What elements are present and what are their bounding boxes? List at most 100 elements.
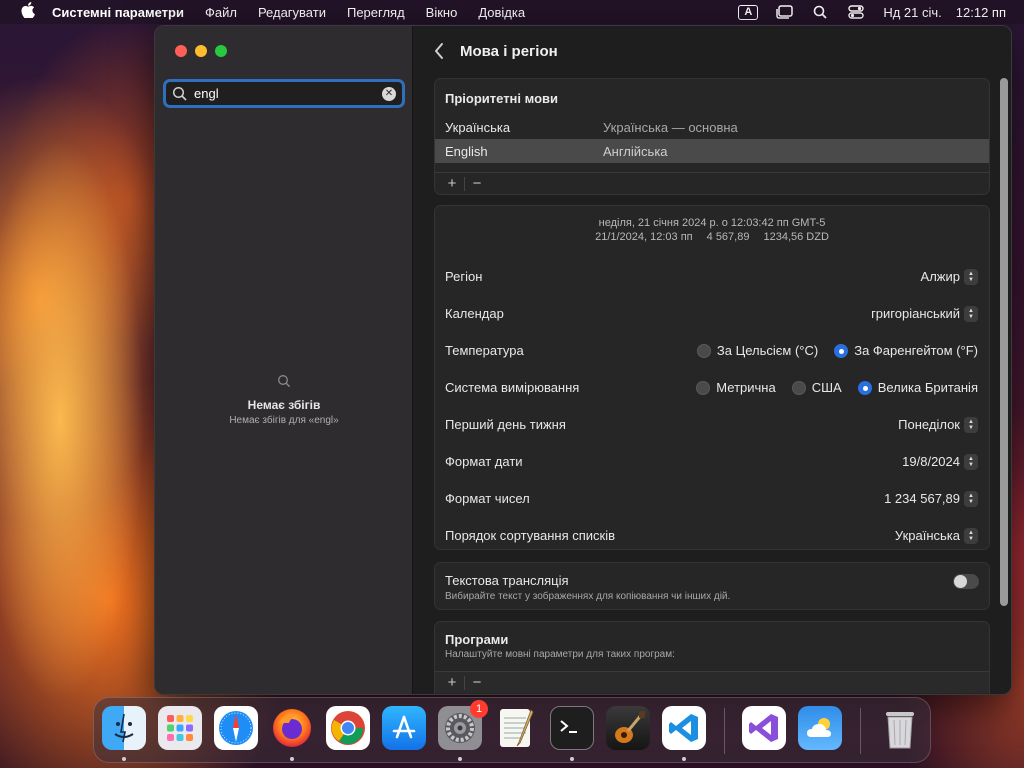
- terminal-icon[interactable]: [550, 706, 594, 750]
- dock-separator: [860, 708, 861, 754]
- language-name: Українська: [445, 119, 511, 135]
- system-settings-icon[interactable]: 1: [438, 700, 488, 750]
- sort-order-popup[interactable]: Українська ▲ ▼: [894, 527, 978, 544]
- no-results-subtitle: Немає збігів для «engl»: [229, 415, 339, 426]
- app-add-remove-bar: + −: [435, 671, 989, 693]
- calendar-value: григоріанський: [871, 306, 960, 321]
- weather-icon[interactable]: [798, 706, 842, 750]
- calendar-label: Календар: [445, 306, 504, 321]
- running-indicator: [682, 757, 686, 761]
- textedit-icon[interactable]: [494, 706, 538, 750]
- date-format-row: Формат дати 19/8/2024 ▲ ▼: [435, 443, 989, 480]
- first-day-popup[interactable]: Понеділок ▲ ▼: [898, 416, 978, 433]
- live-text-description: Вибирайте текст у зображеннях для копіюв…: [445, 591, 731, 602]
- running-indicator: [122, 757, 126, 761]
- measurement-label: Система вимірювання: [445, 380, 580, 395]
- input-source-label: A: [738, 4, 759, 20]
- remove-app-button[interactable]: −: [466, 674, 488, 691]
- number-format-value: 1 234 567,89: [884, 491, 960, 506]
- no-results-title: Немає збігів: [247, 398, 321, 412]
- menu-edit[interactable]: Редагувати: [258, 5, 326, 20]
- chrome-icon[interactable]: [326, 706, 370, 750]
- menu-date[interactable]: Нд 21 січ.: [883, 5, 941, 20]
- fahrenheit-radio[interactable]: За Фаренгейтом (°F): [834, 343, 978, 358]
- vscode-icon[interactable]: [662, 706, 706, 750]
- live-text-card: Текстова трансляція Вибирайте текст у зо…: [434, 562, 990, 610]
- app-store-icon[interactable]: [382, 706, 426, 750]
- notification-badge: 1: [470, 700, 488, 718]
- preview-number: 4 567,89: [706, 231, 750, 243]
- region-settings-card: неділя, 21 січня 2024 р. о 12:03:42 пп G…: [434, 205, 990, 550]
- region-row: Регіон Алжир ▲ ▼: [435, 258, 989, 295]
- spotlight-search-icon[interactable]: [809, 3, 831, 21]
- menu-view[interactable]: Перегляд: [347, 5, 405, 20]
- us-radio[interactable]: США: [791, 380, 842, 395]
- date-format-popup[interactable]: 19/8/2024 ▲ ▼: [902, 453, 978, 470]
- window-controls: [175, 45, 227, 57]
- dock: 1: [93, 697, 931, 763]
- launchpad-icon[interactable]: [158, 706, 202, 750]
- language-row[interactable]: Українська Українська — основна: [435, 115, 989, 139]
- calendar-popup[interactable]: григоріанський ▲ ▼: [871, 305, 978, 322]
- live-text-toggle[interactable]: [953, 574, 979, 589]
- stage-manager-icon[interactable]: [773, 3, 795, 21]
- first-day-row: Перший день тижня Понеділок ▲ ▼: [435, 406, 989, 443]
- running-indicator: [570, 757, 574, 761]
- metric-radio[interactable]: Метрична: [696, 380, 776, 395]
- search-input[interactable]: [194, 86, 382, 101]
- metric-label: Метрична: [716, 380, 776, 395]
- calendar-row: Календар григоріанський ▲ ▼: [435, 295, 989, 332]
- close-window-button[interactable]: [175, 45, 187, 57]
- language-row[interactable]: English Англійська: [435, 139, 989, 163]
- applications-card: Програми Налаштуйте мовні параметри для …: [434, 621, 990, 694]
- input-source-icon[interactable]: A: [737, 3, 759, 21]
- safari-icon[interactable]: [214, 706, 258, 750]
- language-add-remove-bar: + −: [435, 172, 989, 194]
- apple-menu-icon[interactable]: [18, 2, 38, 22]
- sort-order-row: Порядок сортування списків Українська ▲ ▼: [435, 517, 989, 549]
- preferred-languages-heading: Пріоритетні мови: [445, 91, 559, 106]
- live-text-title: Текстова трансляція: [445, 573, 569, 588]
- add-language-button[interactable]: +: [441, 175, 463, 192]
- language-name: English: [445, 143, 488, 159]
- chevron-updown-icon: ▲ ▼: [964, 453, 978, 470]
- region-popup[interactable]: Алжир ▲ ▼: [921, 268, 978, 285]
- celsius-radio[interactable]: За Цельсієм (°C): [696, 343, 818, 358]
- number-format-popup[interactable]: 1 234 567,89 ▲ ▼: [884, 490, 978, 507]
- remove-language-button[interactable]: −: [466, 175, 488, 192]
- measurement-row: Система вимірювання Метрична США Велика …: [435, 369, 989, 406]
- menu-time[interactable]: 12:12 пп: [956, 5, 1006, 20]
- applications-title: Програми: [445, 632, 509, 647]
- visual-studio-icon[interactable]: [742, 706, 786, 750]
- radio-circle-selected: [834, 343, 849, 358]
- menu-file[interactable]: Файл: [205, 5, 237, 20]
- minimize-window-button[interactable]: [195, 45, 207, 57]
- preview-full-date: неділя, 21 січня 2024 р. о 12:03:42 пп G…: [598, 217, 826, 229]
- page-title: Мова і регіон: [460, 42, 558, 60]
- date-format-label: Формат дати: [445, 454, 523, 469]
- control-center-icon[interactable]: [845, 3, 867, 21]
- menu-help[interactable]: Довідка: [478, 5, 525, 20]
- region-label: Регіон: [445, 269, 483, 284]
- sort-order-value: Українська: [894, 528, 960, 543]
- clear-search-icon[interactable]: ✕: [382, 86, 396, 101]
- uk-radio[interactable]: Велика Британія: [857, 380, 978, 395]
- firefox-icon[interactable]: [270, 706, 314, 750]
- first-day-value: Понеділок: [898, 417, 960, 432]
- garageband-icon[interactable]: [606, 706, 650, 750]
- preview-currency: 1234,56 DZD: [763, 231, 829, 243]
- menu-app-name[interactable]: Системні параметри: [52, 5, 184, 20]
- trash-icon[interactable]: [878, 706, 922, 750]
- chevron-updown-icon: ▲ ▼: [964, 527, 978, 544]
- radio-circle: [791, 380, 806, 395]
- preview-line2: 21/1/2024, 12:03 пп 4 567,89 1234,56 DZD: [435, 230, 989, 244]
- zoom-window-button[interactable]: [215, 45, 227, 57]
- back-chevron-icon[interactable]: [432, 41, 446, 61]
- no-results: Немає збігів Немає збігів для «engl»: [155, 374, 413, 426]
- pane-titlebar: Мова і регіон: [414, 26, 1011, 76]
- finder-icon[interactable]: [102, 706, 146, 750]
- menu-window[interactable]: Вікно: [426, 5, 458, 20]
- add-app-button[interactable]: +: [441, 674, 463, 691]
- radio-circle: [696, 343, 711, 358]
- vertical-scrollbar[interactable]: [1000, 78, 1008, 606]
